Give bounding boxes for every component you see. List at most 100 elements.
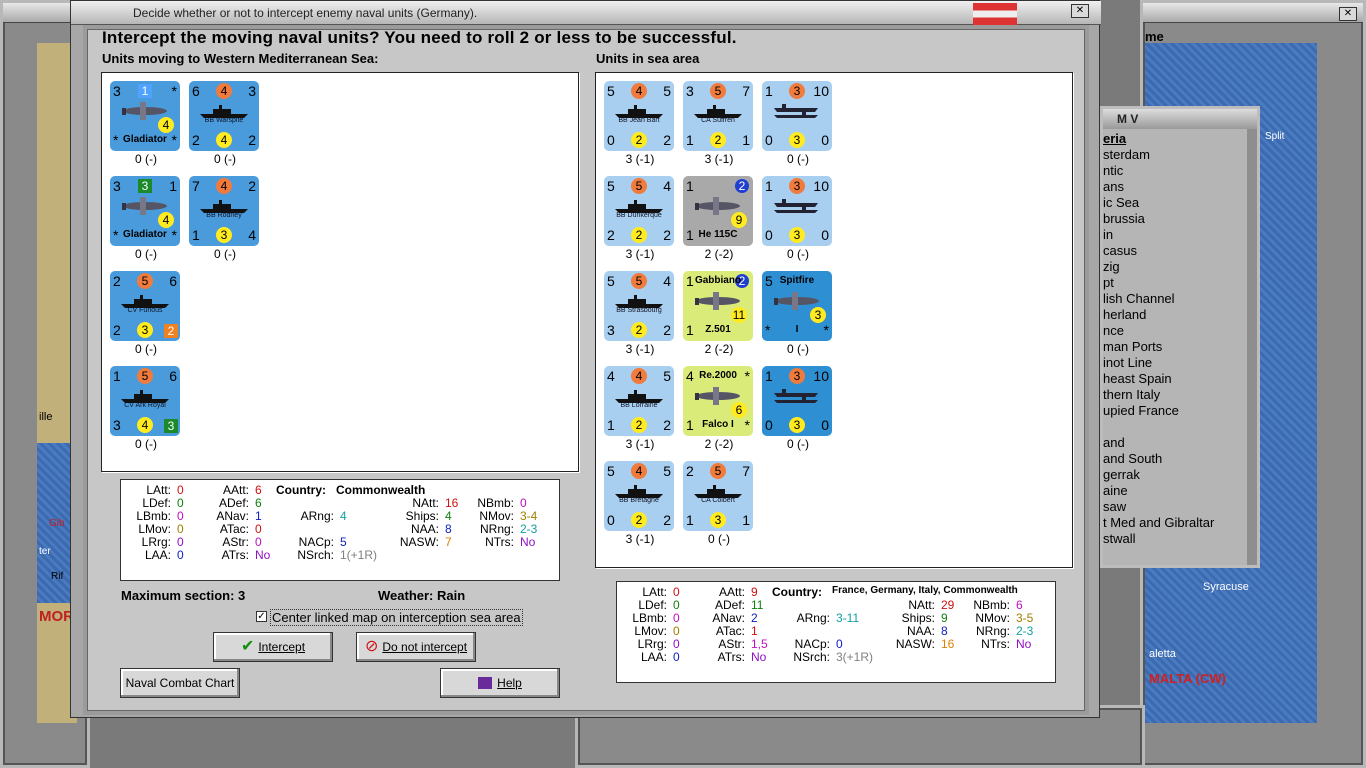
counter-yellow-circle: 2	[710, 132, 726, 148]
area-list-item[interactable]: upied France	[1103, 403, 1247, 419]
moving-counter-5[interactable]: 1 6 3 5 CV Ark Royal 4 3 0 (-)	[110, 366, 182, 451]
sea-counter-13[interactable]: 2 7 1 1 5 CA Colbert 3 0 (-)	[683, 461, 755, 546]
counter-orange-circle: 3	[789, 368, 805, 384]
sea-counter-5[interactable]: 1 10 0 0 3 3 0 (-)	[762, 176, 834, 261]
unit-counter[interactable]: 5 4 3 2 5 BB Strasbourg 2	[604, 271, 674, 341]
area-list-item[interactable]: heast Spain	[1103, 371, 1247, 387]
unit-counter[interactable]: 3 1 * * 3 4 Gladiator	[110, 176, 180, 246]
sea-counter-9[interactable]: 4 5 1 2 4 BB Lorraine 2 3 (-1)	[604, 366, 676, 451]
moving-counter-1[interactable]: 6 3 2 2 4 BB Warspite 4 0 (-)	[189, 81, 261, 166]
counter-caption: 0 (-)	[708, 532, 730, 546]
area-list-item[interactable]: and South	[1103, 451, 1247, 467]
stat-value-aatt: 9	[751, 585, 758, 599]
area-list-item[interactable]: sterdam	[1103, 147, 1247, 163]
sea-counter-7[interactable]: 1 1 2 11 Z.501 Gabbiano 2 (-2)	[683, 271, 755, 356]
area-list-item[interactable]: zig	[1103, 259, 1247, 275]
unit-counter[interactable]: 5 5 0 2 4 BB Bretagne 2	[604, 461, 674, 531]
unit-counter[interactable]: 6 3 2 2 4 BB Warspite 4	[189, 81, 259, 151]
sea-counter-0[interactable]: 5 5 0 2 4 BB Jean Bart 2 3 (-1)	[604, 81, 676, 166]
sea-counter-11[interactable]: 1 10 0 0 3 3 0 (-)	[762, 366, 834, 451]
area-list-item[interactable]: ntic	[1103, 163, 1247, 179]
area-list-item[interactable]: aine	[1103, 483, 1247, 499]
sea-counter-8[interactable]: 5 * * 3 I Spitfire 0 (-)	[762, 271, 834, 356]
close-icon[interactable]: ✕	[1339, 7, 1357, 21]
center-map-checkbox[interactable]: ✓	[256, 611, 267, 622]
sea-counter-2[interactable]: 1 10 0 0 3 3 0 (-)	[762, 81, 834, 166]
area-list-item[interactable]: nce	[1103, 323, 1247, 339]
unit-counter[interactable]: 4 5 1 2 4 BB Lorraine 2	[604, 366, 674, 436]
counter-square: 2	[164, 324, 178, 338]
area-list-item[interactable]: ic Sea	[1103, 195, 1247, 211]
stat-value-nbmb: 6	[1016, 598, 1023, 612]
area-list-item[interactable]: inot Line	[1103, 355, 1247, 371]
moving-counter-2[interactable]: 3 1 * * 3 4 Gladiator 0 (-)	[110, 176, 182, 261]
area-list-item[interactable]: thern Italy	[1103, 387, 1247, 403]
stat-value-arng: 4	[340, 509, 347, 523]
area-list-item[interactable]: pt	[1103, 275, 1247, 291]
sea-counter-12[interactable]: 5 5 0 2 4 BB Bretagne 2 3 (-1)	[604, 461, 676, 546]
area-list-item[interactable]	[1103, 419, 1247, 435]
intercept-button[interactable]: ✔ Intercept	[213, 632, 333, 662]
unit-counter[interactable]: 7 2 1 4 4 BB Rodney 3	[189, 176, 259, 246]
counter-value-top-right: 6	[169, 273, 177, 289]
counter-caption: 0 (-)	[787, 247, 809, 261]
unit-counter[interactable]: 5 5 0 2 4 BB Jean Bart 2	[604, 81, 674, 151]
stat-label-anav: ANav:	[216, 509, 249, 523]
unit-counter[interactable]: 2 6 2 5 CV Furious 3 2	[110, 271, 180, 341]
stat-label-nbmb: NBmb:	[973, 598, 1010, 612]
unit-counter[interactable]: 3 7 1 1 5 CA Suffren 2	[683, 81, 753, 151]
unit-counter[interactable]: 1 1 2 9 He 115C	[683, 176, 753, 246]
area-list-item[interactable]: lish Channel	[1103, 291, 1247, 307]
unit-counter[interactable]: 5 * * 3 I Spitfire	[762, 271, 832, 341]
sea-counter-10[interactable]: 4 * 1 * 6 Falco I Re.2000 2 (-2)	[683, 366, 755, 451]
counter-value-bottom-right: 2	[663, 227, 671, 243]
area-list-item[interactable]: brussia	[1103, 211, 1247, 227]
sea-counter-1[interactable]: 3 7 1 1 5 CA Suffren 2 3 (-1)	[683, 81, 755, 166]
naval-combat-chart-button[interactable]: Naval Combat Chart	[120, 668, 240, 698]
area-list-item[interactable]: ans	[1103, 179, 1247, 195]
sea-counter-3[interactable]: 5 4 2 2 5 BB Dunkerque 2 3 (-1)	[604, 176, 676, 261]
stat-label-astr: AStr:	[222, 535, 249, 549]
unit-counter[interactable]: 1 1 2 11 Z.501 Gabbiano	[683, 271, 753, 341]
area-list-item[interactable]: saw	[1103, 499, 1247, 515]
area-list-item[interactable]: gerrak	[1103, 467, 1247, 483]
unit-counter[interactable]: 4 * 1 * 6 Falco I Re.2000	[683, 366, 753, 436]
unit-counter[interactable]: 3 * * * 1 4 Gladiator	[110, 81, 180, 151]
unit-counter[interactable]: 1 10 0 0 3 3	[762, 366, 832, 436]
moving-counter-0[interactable]: 3 * * * 1 4 Gladiator 0 (-)	[110, 81, 182, 166]
area-list-item[interactable]: herland	[1103, 307, 1247, 323]
do-not-intercept-button[interactable]: ⊘ Do not intercept	[356, 632, 476, 662]
counter-name: BB Strasbourg	[616, 307, 662, 314]
sea-counter-6[interactable]: 5 4 3 2 5 BB Strasbourg 2 3 (-1)	[604, 271, 676, 356]
unit-counter[interactable]: 1 10 0 0 3 3	[762, 81, 832, 151]
close-icon[interactable]: ✕	[1071, 4, 1089, 18]
moving-counter-3[interactable]: 7 2 1 4 4 BB Rodney 3 0 (-)	[189, 176, 261, 261]
area-list-item[interactable]: stwall	[1103, 531, 1247, 547]
max-section: Maximum section: 3	[121, 588, 246, 603]
sea-counter-4[interactable]: 1 1 2 9 He 115C 2 (-2)	[683, 176, 755, 261]
help-button[interactable]: Help	[440, 668, 560, 698]
unit-counter[interactable]: 1 6 3 5 CV Ark Royal 4 3	[110, 366, 180, 436]
moving-counter-4[interactable]: 2 6 2 5 CV Furious 3 2 0 (-)	[110, 271, 182, 356]
counter-name: BB Bretagne	[619, 497, 659, 504]
stat-label-naa: NAA:	[410, 522, 439, 536]
stat-value-lrrg: 0	[177, 535, 184, 549]
counter-value-top-left: 5	[607, 463, 615, 479]
map-label-syracuse: Syracuse	[1203, 581, 1249, 593]
counter-value-bottom-right: 0	[821, 227, 829, 243]
area-list-item[interactable]: eria	[1103, 131, 1247, 147]
area-list-item[interactable]: and	[1103, 435, 1247, 451]
area-list-item[interactable]: man Ports	[1103, 339, 1247, 355]
counter-yellow-circle: 9	[731, 212, 747, 228]
unit-counter[interactable]: 1 10 0 0 3 3	[762, 176, 832, 246]
unit-counter[interactable]: 2 7 1 1 5 CA Colbert 3	[683, 461, 753, 531]
area-list-item[interactable]: casus	[1103, 243, 1247, 259]
stat-value-latt: 0	[673, 585, 680, 599]
background-window-titlebar-right	[1143, 3, 1363, 23]
counter-value-top-left: 1	[686, 178, 694, 194]
center-map-label[interactable]: Center linked map on interception sea ar…	[270, 609, 523, 626]
area-list-item[interactable]: t Med and Gibraltar	[1103, 515, 1247, 531]
area-list-item[interactable]: in	[1103, 227, 1247, 243]
unit-counter[interactable]: 5 4 2 2 5 BB Dunkerque 2	[604, 176, 674, 246]
counter-value-top-left: 1	[765, 178, 773, 194]
